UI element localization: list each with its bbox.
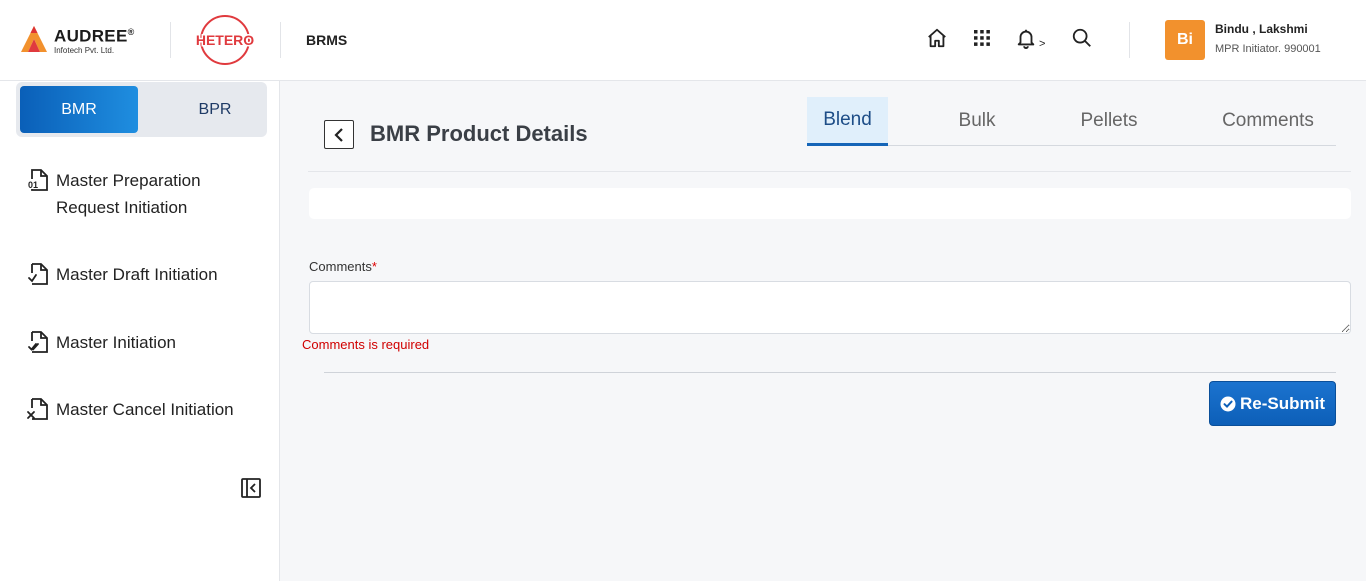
document-check-icon xyxy=(28,331,48,353)
search-icon[interactable] xyxy=(1070,26,1094,50)
sidebar-item-label: Master Draft Initiation xyxy=(56,265,218,284)
app-name: BRMS xyxy=(306,32,348,48)
sidebar-item-master-cancel-initiation[interactable]: Master Cancel Initiation xyxy=(26,396,246,423)
notification-arrow: > xyxy=(1039,38,1046,50)
bell-icon xyxy=(1017,29,1035,49)
user-role: MPR Initiator. 990001 xyxy=(1215,43,1321,55)
bmr-bpr-toggle: BMR BPR xyxy=(16,82,267,137)
brand-registered: ® xyxy=(127,27,135,37)
toggle-bmr[interactable]: BMR xyxy=(20,86,138,133)
document-01-icon: 01 xyxy=(27,169,48,191)
user-name: Bindu , Lakshmi xyxy=(1215,22,1308,36)
content-panel xyxy=(309,188,1351,219)
sidebar-item-label: Master Initiation xyxy=(56,333,176,352)
home-icon[interactable] xyxy=(925,26,949,50)
comments-error: Comments is required xyxy=(302,337,430,352)
resubmit-button[interactable]: Re-Submit xyxy=(1209,381,1336,426)
document-draft-icon xyxy=(28,263,48,285)
sidebar-item-label: Master Preparation Request Initiation xyxy=(56,171,201,217)
header-divider xyxy=(170,22,171,58)
hetero-logo: HETERO xyxy=(194,15,256,65)
check-circle-icon xyxy=(1220,396,1236,411)
sidebar-item-master-draft-initiation[interactable]: Master Draft Initiation xyxy=(26,261,246,288)
top-header: AUDREE® Infotech Pvt. Ltd. HETERO BRMS >… xyxy=(0,0,1366,81)
header-divider xyxy=(280,22,281,58)
header-divider xyxy=(1129,22,1130,58)
sidebar-item-master-initiation[interactable]: Master Initiation xyxy=(26,329,246,356)
toggle-bpr[interactable]: BPR xyxy=(156,86,274,133)
brand-subtitle: Infotech Pvt. Ltd. xyxy=(54,45,115,55)
document-cancel-icon xyxy=(27,398,48,420)
apps-grid-icon[interactable] xyxy=(970,26,994,50)
tab-bulk[interactable]: Bulk xyxy=(937,97,1017,145)
resubmit-label: Re-Submit xyxy=(1240,393,1325,413)
tab-blend[interactable]: Blend xyxy=(807,97,888,146)
brand-name: AUDREE xyxy=(54,26,128,46)
notifications-button[interactable]: > xyxy=(1015,26,1051,50)
form-divider xyxy=(324,372,1336,373)
sidebar-item-label: Master Cancel Initiation xyxy=(56,400,234,419)
user-avatar[interactable]: Bi xyxy=(1165,20,1205,60)
sidebar-item-master-preparation-request-initiation[interactable]: 01 Master Preparation Request Initiation xyxy=(26,167,246,221)
back-button[interactable] xyxy=(324,120,354,149)
required-mark: * xyxy=(371,259,377,274)
svg-text:01: 01 xyxy=(28,180,38,190)
product-tabs: Blend Bulk Pellets Comments xyxy=(807,97,1336,146)
collapse-sidebar-icon[interactable] xyxy=(240,477,262,499)
audree-mark-icon xyxy=(21,26,47,52)
chevron-left-icon xyxy=(334,127,343,142)
hetero-logo-text: HETERO xyxy=(196,32,254,48)
header-divider-line xyxy=(308,171,1351,172)
page-title: BMR Product Details xyxy=(370,121,588,146)
comments-label: Comments* xyxy=(309,259,377,274)
comments-textarea[interactable] xyxy=(309,281,1351,334)
audree-logo: AUDREE® Infotech Pvt. Ltd. xyxy=(20,22,135,55)
comments-label-text: Comments xyxy=(309,259,372,274)
tab-comments[interactable]: Comments xyxy=(1215,97,1321,145)
sidebar: BMR BPR 01 Master Preparation Request In… xyxy=(0,81,280,581)
tab-pellets[interactable]: Pellets xyxy=(1069,97,1149,145)
